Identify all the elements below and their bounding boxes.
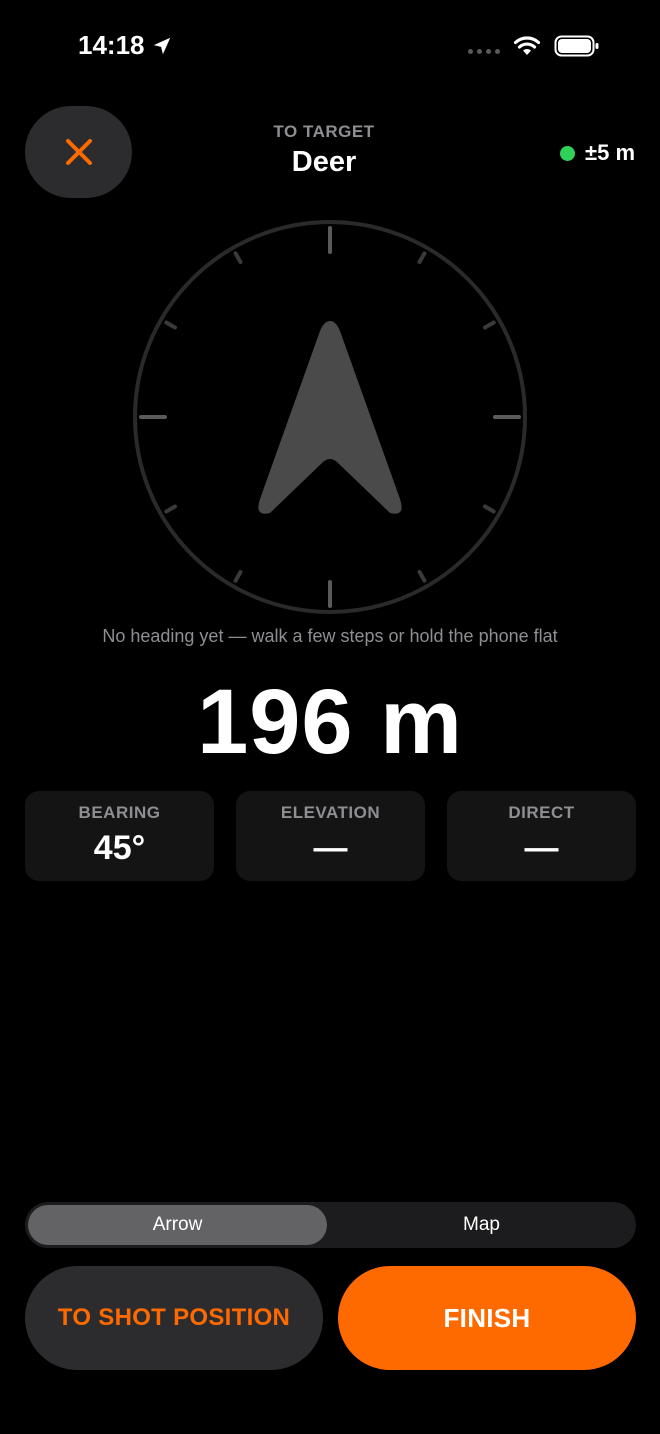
header-subtitle: TO TARGET bbox=[273, 122, 375, 141]
bearing-card: BEARING 45° bbox=[25, 791, 214, 881]
location-arrow-icon bbox=[153, 37, 170, 54]
distance-value: 196 m bbox=[197, 671, 463, 773]
compass-tick bbox=[164, 320, 177, 330]
segment-map[interactable]: Map bbox=[330, 1205, 633, 1245]
status-indicators bbox=[468, 34, 600, 58]
wifi-icon bbox=[513, 36, 541, 55]
battery-icon bbox=[554, 35, 599, 57]
direct-label: DIRECT bbox=[508, 803, 575, 822]
bearing-label: BEARING bbox=[78, 803, 161, 822]
compass-tick bbox=[164, 504, 177, 514]
to-shot-position-button[interactable]: TO SHOT POSITION bbox=[25, 1266, 323, 1370]
gps-accuracy: ±5 m bbox=[560, 140, 635, 166]
direction-arrow-icon bbox=[258, 321, 402, 514]
status-clock: 14:18 bbox=[78, 30, 145, 60]
segment-arrow[interactable]: Arrow bbox=[28, 1205, 327, 1245]
view-mode-toggle: Arrow Map bbox=[25, 1202, 636, 1248]
status-time: 14:18 bbox=[78, 30, 173, 61]
bearing-value: 45° bbox=[93, 829, 146, 867]
heading-hint: No heading yet — walk a few steps or hol… bbox=[102, 626, 558, 646]
compass-tick bbox=[417, 570, 427, 583]
finish-button[interactable]: FINISH bbox=[338, 1266, 636, 1370]
cellular-signal-icon bbox=[468, 48, 500, 54]
compass-tick bbox=[417, 251, 427, 264]
gps-status-dot-icon bbox=[560, 145, 576, 161]
elevation-value: — bbox=[313, 829, 348, 867]
elevation-label: ELEVATION bbox=[280, 803, 381, 822]
compass-tick bbox=[233, 251, 243, 264]
elevation-card: ELEVATION — bbox=[236, 791, 425, 881]
compass-tick bbox=[233, 570, 243, 583]
compass-tick bbox=[483, 320, 496, 330]
direct-value: — bbox=[524, 829, 559, 867]
gps-accuracy-value: ±5 m bbox=[585, 140, 635, 165]
compass-tick bbox=[483, 504, 496, 514]
compass-dial bbox=[133, 220, 527, 614]
direct-card: DIRECT — bbox=[447, 791, 636, 881]
